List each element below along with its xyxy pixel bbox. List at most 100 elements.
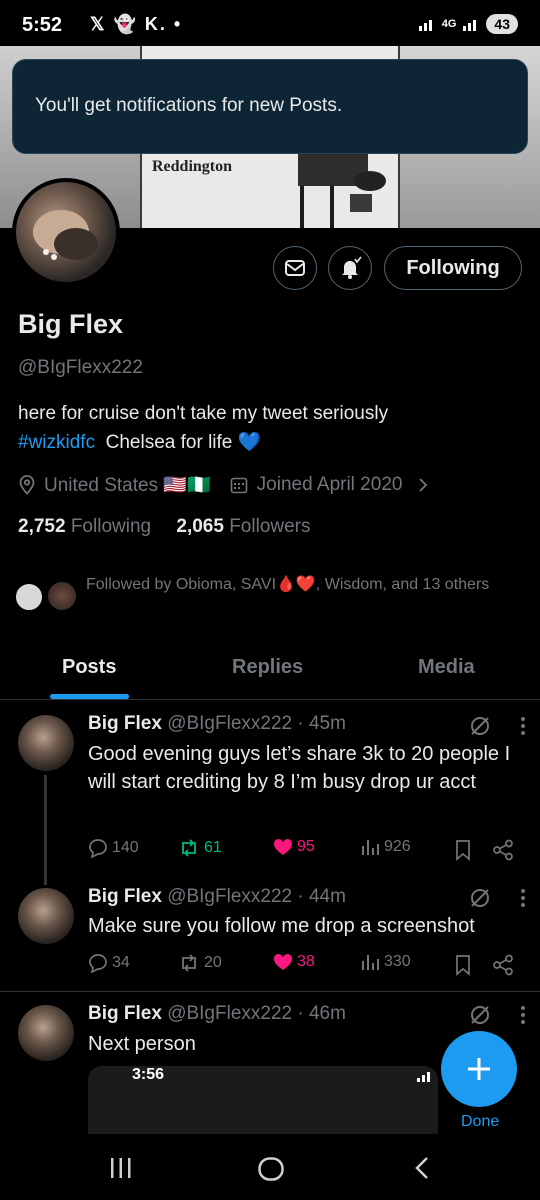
banner-caption: Reddington bbox=[152, 158, 233, 175]
signal-icon bbox=[418, 20, 432, 31]
bio-hashtag[interactable]: #wizkidfc bbox=[18, 432, 95, 453]
system-nav-bar bbox=[0, 1134, 540, 1200]
heart-icon bbox=[274, 954, 292, 970]
reply-icon bbox=[89, 839, 107, 858]
post-text: Good evening guys let’s share 3k to 20 p… bbox=[88, 743, 511, 793]
repost-button[interactable]: 61 bbox=[178, 838, 222, 858]
back-icon[interactable] bbox=[412, 1156, 432, 1180]
post-avatar[interactable] bbox=[18, 888, 74, 944]
views-button[interactable]: 926 bbox=[360, 838, 411, 856]
grok-icon[interactable] bbox=[468, 886, 492, 910]
post-author-name[interactable]: Big Flex bbox=[88, 1003, 162, 1024]
post-time: · 44m bbox=[297, 886, 346, 907]
views-icon bbox=[362, 840, 379, 855]
post-text: Make sure you follow me drop a screensho… bbox=[88, 915, 475, 937]
share-icon[interactable] bbox=[492, 954, 514, 976]
profile-tabs: Posts Replies Media bbox=[0, 640, 540, 700]
following-count-link[interactable]: 2,752 Following bbox=[18, 516, 151, 537]
home-icon[interactable] bbox=[257, 1156, 285, 1182]
grok-icon[interactable] bbox=[468, 1003, 492, 1027]
repost-count: 61 bbox=[204, 839, 222, 856]
bio-text-2: Chelsea for life 💙 bbox=[105, 432, 262, 453]
bio-text: here for cruise don't take my tweet seri… bbox=[18, 403, 389, 424]
profile-joined: Joined April 2020 bbox=[256, 474, 403, 495]
profile-handle: @BIgFlexx222 bbox=[18, 357, 143, 378]
followers-label: Followers bbox=[229, 516, 311, 537]
recent-apps-icon[interactable] bbox=[108, 1156, 134, 1180]
following-button[interactable]: Following bbox=[384, 246, 522, 290]
notifications-button[interactable] bbox=[328, 246, 372, 290]
post-divider bbox=[0, 991, 540, 992]
done-label[interactable]: Done bbox=[461, 1113, 499, 1131]
like-button[interactable]: 95 bbox=[273, 838, 315, 856]
followed-by-text[interactable]: Followed by Obioma, SAVI🩸❤️, Wisdom, and… bbox=[86, 573, 516, 597]
heart-icon bbox=[274, 839, 292, 855]
toast-message: You'll get notifications for new Posts. bbox=[35, 95, 343, 116]
repost-icon bbox=[182, 839, 196, 857]
post-avatar[interactable] bbox=[18, 1005, 74, 1061]
chevron-right-icon[interactable] bbox=[416, 477, 430, 493]
views-button[interactable]: 330 bbox=[360, 953, 411, 971]
repost-button[interactable]: 20 bbox=[178, 953, 222, 973]
followed-by-avatar-1 bbox=[14, 582, 44, 612]
signal-icon-2 bbox=[463, 20, 477, 31]
views-count: 330 bbox=[384, 953, 411, 970]
envelope-icon bbox=[285, 260, 305, 276]
post-time: · 45m bbox=[297, 713, 346, 734]
more-options-icon[interactable] bbox=[520, 888, 526, 908]
reply-count: 34 bbox=[112, 954, 130, 971]
post-header: Big Flex @BIgFlexx222 · 46m bbox=[88, 1003, 346, 1025]
bookmark-icon[interactable] bbox=[454, 839, 472, 861]
reply-button[interactable]: 140 bbox=[88, 838, 139, 858]
post-author-name[interactable]: Big Flex bbox=[88, 713, 162, 734]
post-author-handle: @BIgFlexx222 bbox=[167, 886, 293, 907]
tab-replies[interactable]: Replies bbox=[232, 656, 303, 679]
post-actions: 140 61 95 926 bbox=[88, 838, 518, 864]
profile-bio: here for cruise don't take my tweet seri… bbox=[18, 399, 518, 457]
post-top-icons bbox=[468, 714, 526, 738]
plus-icon bbox=[468, 1058, 490, 1080]
post-top-icons bbox=[468, 886, 526, 910]
followers-count-link[interactable]: 2,065 Followers bbox=[176, 516, 310, 537]
calendar-icon bbox=[230, 477, 247, 494]
tab-posts[interactable]: Posts bbox=[62, 656, 116, 679]
tab-media[interactable]: Media bbox=[418, 656, 475, 679]
profile-avatar[interactable] bbox=[12, 178, 120, 286]
location-icon bbox=[19, 475, 35, 495]
reply-button[interactable]: 34 bbox=[88, 953, 130, 973]
network-type: 4G bbox=[441, 18, 457, 30]
reply-count: 140 bbox=[112, 839, 139, 856]
views-icon bbox=[362, 955, 379, 970]
status-app-icons: 𝕏 👻 K. • bbox=[90, 14, 183, 34]
followers-count: 2,065 bbox=[176, 516, 224, 537]
following-count: 2,752 bbox=[18, 516, 66, 537]
more-options-icon[interactable] bbox=[520, 1005, 526, 1025]
share-icon[interactable] bbox=[492, 839, 514, 861]
repost-count: 20 bbox=[204, 954, 222, 971]
status-time: 5:52 bbox=[22, 14, 63, 36]
grok-icon[interactable] bbox=[468, 714, 492, 738]
post-media-preview[interactable]: 3:56 bbox=[88, 1066, 438, 1136]
post-time: · 46m bbox=[297, 1003, 346, 1024]
profile-location: United States 🇺🇸🇳🇬 bbox=[44, 475, 211, 496]
post-top-icons bbox=[468, 1003, 526, 1027]
reply-icon bbox=[89, 954, 107, 973]
compose-post-button[interactable] bbox=[441, 1031, 517, 1107]
post-avatar[interactable] bbox=[18, 715, 74, 771]
like-button[interactable]: 38 bbox=[273, 953, 315, 971]
profile-meta: United States 🇺🇸🇳🇬 Joined April 2020 bbox=[18, 473, 430, 497]
more-options-icon[interactable] bbox=[520, 716, 526, 736]
post-header: Big Flex @BIgFlexx222 · 44m bbox=[88, 886, 346, 908]
media-signal-icon bbox=[417, 1072, 430, 1082]
followed-by-avatar-2 bbox=[46, 580, 78, 612]
message-button[interactable] bbox=[273, 246, 317, 290]
media-status-time: 3:56 bbox=[132, 1066, 165, 1083]
post-author-handle: @BIgFlexx222 bbox=[167, 1003, 293, 1024]
bookmark-icon[interactable] bbox=[454, 954, 472, 976]
following-label: Following bbox=[70, 516, 152, 537]
battery-indicator: 43 bbox=[486, 14, 518, 34]
post-author-name[interactable]: Big Flex bbox=[88, 886, 162, 907]
profile-name: Big Flex bbox=[18, 309, 124, 339]
bell-check-icon bbox=[342, 256, 362, 279]
post-header: Big Flex @BIgFlexx222 · 45m bbox=[88, 713, 346, 735]
